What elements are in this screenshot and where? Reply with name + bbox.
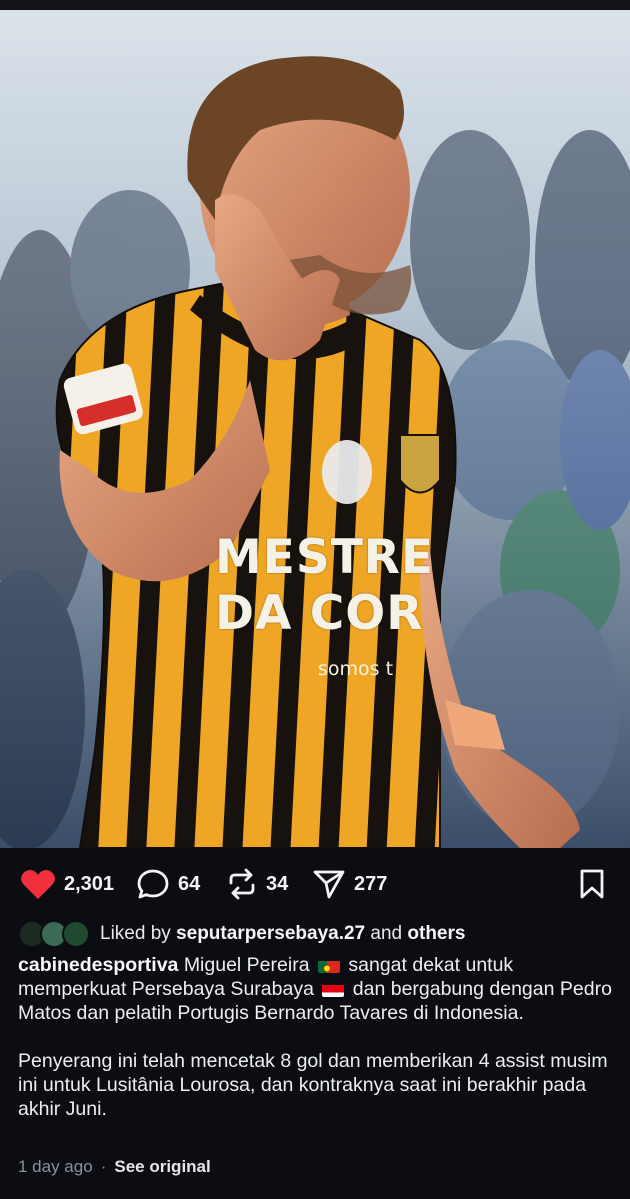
post-meta: 1 day ago · See original bbox=[18, 1155, 211, 1179]
send-icon bbox=[312, 868, 346, 900]
separator: · bbox=[100, 1157, 107, 1176]
liker-avatars bbox=[18, 919, 94, 949]
heart-icon bbox=[20, 868, 56, 900]
timestamp: 1 day ago bbox=[18, 1157, 93, 1176]
repost-button[interactable]: 34 bbox=[226, 868, 288, 900]
save-button[interactable] bbox=[578, 868, 606, 900]
avatar bbox=[62, 920, 90, 948]
repost-icon bbox=[226, 868, 258, 900]
repost-count: 34 bbox=[266, 872, 289, 895]
post-image[interactable]: MESTRE DA COR somos t bbox=[0, 10, 630, 848]
share-count: 277 bbox=[354, 872, 388, 895]
bookmark-icon bbox=[578, 868, 606, 900]
liked-by-username[interactable]: seputarpersebaya.27 bbox=[176, 923, 365, 944]
jersey-tagline: somos t bbox=[318, 658, 394, 680]
jersey-sponsor-text: MESTRE DA COR bbox=[215, 530, 430, 641]
like-count: 2,301 bbox=[64, 872, 115, 895]
comment-button[interactable]: 64 bbox=[136, 868, 200, 900]
comment-icon bbox=[136, 868, 170, 900]
football-player-photo bbox=[0, 10, 630, 848]
comment-count: 64 bbox=[178, 872, 201, 895]
share-button[interactable]: 277 bbox=[312, 868, 387, 900]
caption-paragraph-2: Penyerang ini telah mencetak 8 gol dan m… bbox=[18, 1050, 608, 1120]
see-original-link[interactable]: See original bbox=[114, 1157, 210, 1177]
top-strip bbox=[0, 0, 630, 10]
portugal-flag-icon bbox=[317, 958, 340, 973]
caption-username[interactable]: cabinedesportiva bbox=[18, 954, 178, 976]
liked-by-others[interactable]: others bbox=[407, 923, 465, 944]
like-button[interactable]: 2,301 bbox=[20, 868, 114, 900]
post-caption: cabinedesportiva Miguel Pereira sangat d… bbox=[18, 953, 616, 1121]
liked-by-text: Liked by seputarpersebaya.27 and others bbox=[100, 923, 466, 944]
liked-by-row[interactable]: Liked by seputarpersebaya.27 and others bbox=[18, 919, 465, 949]
action-bar: 2,301 64 34 277 bbox=[0, 862, 630, 906]
indonesia-flag-icon bbox=[322, 982, 345, 997]
